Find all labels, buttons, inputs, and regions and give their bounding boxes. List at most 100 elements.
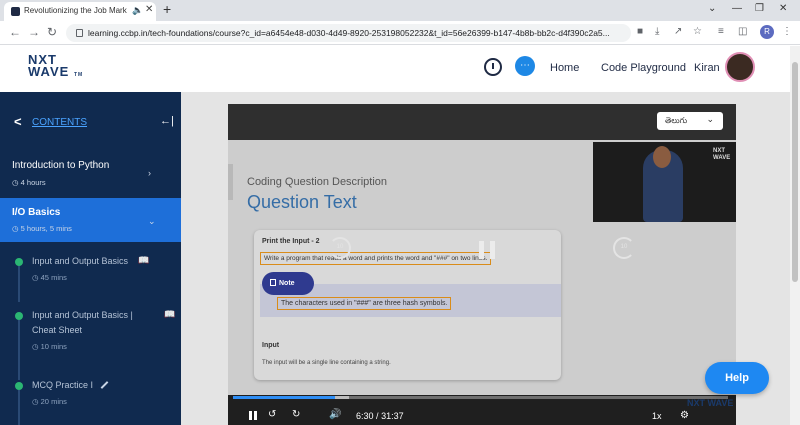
nav-home[interactable]: Home xyxy=(550,62,579,74)
slide-accent-bar xyxy=(228,164,233,200)
url-text: learning.ccbp.in/tech-foundations/course… xyxy=(88,28,610,38)
completed-check-icon xyxy=(15,312,23,320)
rewind-10-icon[interactable]: 10 xyxy=(329,237,351,259)
slide-subtitle: Coding Question Description xyxy=(247,176,388,188)
restore-button[interactable]: ❐ xyxy=(755,3,764,14)
slide-title: Question Text xyxy=(247,192,357,212)
close-tab-icon[interactable]: ✕ xyxy=(145,4,153,15)
nav-code-playground[interactable]: Code Playground xyxy=(601,62,686,74)
chevron-left-icon[interactable]: < xyxy=(14,114,22,129)
lesson-input-output-basics[interactable]: Input and Output Basics 📖 ◷ 45 mins xyxy=(0,252,181,292)
pause-icon[interactable] xyxy=(249,411,258,420)
volume-icon[interactable]: 🔊 xyxy=(329,409,341,420)
playback-speed[interactable]: 1x xyxy=(652,411,662,421)
chevron-down-icon: ⌄ xyxy=(148,216,156,226)
player-controls: ↺ ↻ 🔊 6:30 / 31:37 1x ⚙ xyxy=(228,395,736,425)
player-watermark: NXT WAVE xyxy=(687,398,734,408)
chevron-right-icon: › xyxy=(148,168,151,178)
side-panel-icon[interactable]: ◫ xyxy=(738,26,747,37)
user-avatar[interactable] xyxy=(725,52,755,82)
instructor-head xyxy=(653,146,671,168)
nxtwave-logo[interactable]: NXT WAVE TM xyxy=(28,53,83,81)
question-highlight: Write a program that reads a word and pr… xyxy=(260,252,492,265)
completed-check-icon xyxy=(15,382,23,390)
forward-icon[interactable]: ↻ xyxy=(292,409,300,420)
lesson-title: Input and Output Basics xyxy=(32,256,129,266)
rewind-icon[interactable]: ↺ xyxy=(268,409,276,420)
chat-icon[interactable]: ⋯ xyxy=(515,56,535,76)
lesson-duration: ◷ 10 mins xyxy=(32,342,67,351)
pencil-icon xyxy=(100,381,109,389)
tab-title: Revolutionizing the Job Mark xyxy=(24,6,127,15)
download-icon[interactable]: ⤓ xyxy=(655,26,659,37)
chevron-down-icon[interactable]: ⌄ xyxy=(708,3,716,14)
forward-10-icon[interactable]: 10 xyxy=(613,237,635,259)
progress-bar[interactable] xyxy=(233,396,728,399)
section-title: Introduction to Python xyxy=(12,160,110,171)
tab-favicon-icon xyxy=(11,7,20,16)
contents-header: < CONTENTS ←| xyxy=(0,92,181,150)
player-top-bar: తెలుగు ⌄ xyxy=(228,104,736,140)
input-description: The input will be a single line containi… xyxy=(262,360,391,366)
gear-icon[interactable]: ⚙ xyxy=(680,410,689,421)
share-icon[interactable]: ↗ xyxy=(674,26,682,37)
close-window-button[interactable]: ✕ xyxy=(779,3,787,14)
new-tab-button[interactable]: + xyxy=(163,1,171,17)
app-header: NXT WAVE TM ⋯ Home Code Playground Kiran xyxy=(0,46,790,92)
course-sidebar: < CONTENTS ←| Introduction to Python ◷ 4… xyxy=(0,92,181,425)
webcam-logo: NXT WAVE xyxy=(713,148,731,161)
video-player[interactable]: తెలుగు ⌄ Coding Question Description Que… xyxy=(228,104,736,425)
reload-icon[interactable]: ↻ xyxy=(47,25,57,39)
camera-icon[interactable]: ■ xyxy=(637,26,643,37)
lesson-duration: ◷ 20 mins xyxy=(32,397,67,406)
kebab-menu-icon[interactable]: ⋮ xyxy=(782,26,792,37)
chevron-down-icon: ⌄ xyxy=(706,114,714,124)
contents-link[interactable]: CONTENTS xyxy=(32,117,87,128)
video-frame: Coding Question Description Question Tex… xyxy=(228,140,736,395)
address-bar-row: ← → ↻ learning.ccbp.in/tech-foundations/… xyxy=(0,21,800,45)
profile-avatar[interactable]: R xyxy=(760,25,774,39)
lesson-title-line2: Cheat Sheet xyxy=(32,325,83,335)
speaker-icon[interactable]: 🔈 xyxy=(132,5,143,16)
section-io-basics[interactable]: I/O Basics ◷ 5 hours, 5 mins ⌄ xyxy=(0,198,181,242)
instructor-webcam: NXT WAVE xyxy=(593,142,736,222)
lesson-io-basics-cheat-sheet[interactable]: Input and Output Basics | Cheat Sheet 📖 … xyxy=(0,306,181,356)
progress-fill xyxy=(233,396,335,399)
browser-tab-bar: Revolutionizing the Job Mark 🔈 ✕ + ⌄ — ❐… xyxy=(0,0,800,21)
note-badge: Note xyxy=(262,272,314,295)
minimize-button[interactable]: — xyxy=(732,3,742,14)
center-pause-icon[interactable] xyxy=(479,241,497,259)
book-icon: 📖 xyxy=(138,255,150,265)
language-select[interactable]: తెలుగు ⌄ xyxy=(657,112,723,130)
user-name: Kiran xyxy=(694,62,720,74)
section-duration: ◷ 5 hours, 5 mins xyxy=(12,224,72,233)
question-title: Print the Input - 2 xyxy=(262,238,320,245)
completed-check-icon xyxy=(15,258,23,266)
lesson-title-line1: Input and Output Basics | xyxy=(32,310,133,320)
lock-icon xyxy=(76,29,83,37)
note-text: The characters used in "###" are three h… xyxy=(277,297,452,310)
buffered-fill xyxy=(334,396,350,399)
back-arrow-icon[interactable]: ← xyxy=(9,25,21,39)
time-display: 6:30 / 31:37 xyxy=(356,411,404,421)
question-card: Print the Input - 2 Write a program that… xyxy=(254,230,561,380)
book-icon: 📖 xyxy=(164,309,176,319)
browser-tab[interactable]: Revolutionizing the Job Mark 🔈 ✕ xyxy=(4,2,156,21)
section-introduction-to-python[interactable]: Introduction to Python ◷ 4 hours › xyxy=(0,150,181,198)
stopwatch-icon[interactable] xyxy=(484,58,502,76)
input-label: Input xyxy=(262,342,280,349)
lesson-mcq-practice[interactable]: MCQ Practice I ◷ 20 mins xyxy=(0,376,181,416)
star-icon[interactable]: ☆ xyxy=(693,26,702,37)
page-scrollbar[interactable] xyxy=(790,46,800,425)
section-title: I/O Basics xyxy=(12,207,61,218)
forward-arrow-icon[interactable]: → xyxy=(28,25,40,39)
help-button[interactable]: Help xyxy=(705,362,769,394)
collapse-sidebar-icon[interactable]: ←| xyxy=(160,115,174,127)
lesson-title: MCQ Practice I xyxy=(32,380,94,390)
lesson-duration: ◷ 45 mins xyxy=(32,273,67,282)
note-icon xyxy=(270,279,276,286)
reading-list-icon[interactable]: ≡ xyxy=(718,26,724,37)
scroll-thumb[interactable] xyxy=(792,62,798,282)
main-content: తెలుగు ⌄ Coding Question Description Que… xyxy=(181,92,790,425)
url-field[interactable]: learning.ccbp.in/tech-foundations/course… xyxy=(66,24,631,42)
